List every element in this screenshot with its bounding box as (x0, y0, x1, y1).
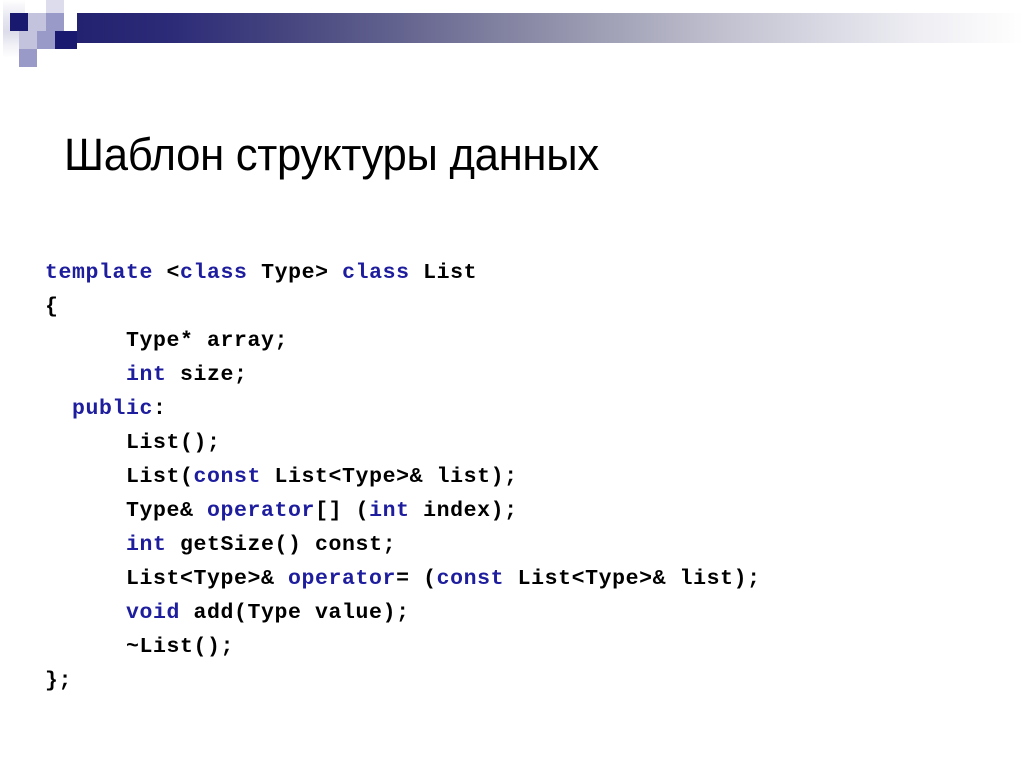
code-keyword: operator (288, 566, 397, 591)
page-title: Шаблон структуры данных (64, 129, 599, 181)
code-line: }; (45, 664, 1005, 698)
code-text: List<Type>& list); (261, 464, 518, 489)
code-text: }; (45, 668, 73, 693)
square-mid-upper (46, 13, 64, 31)
code-listing: template <class Type> class List{ Type* … (45, 256, 1005, 698)
code-line: int size; (45, 358, 1005, 392)
code-keyword: void (126, 600, 181, 625)
code-text: < (153, 260, 181, 285)
square-mid-lower (37, 31, 55, 49)
code-line: public: (45, 392, 1005, 426)
code-line: { (45, 290, 1005, 324)
code-keyword: template (45, 260, 154, 285)
code-text: Type* array; (45, 328, 289, 353)
code-text: ~List(); (45, 634, 235, 659)
code-text: = ( (396, 566, 437, 591)
code-text: [] ( (315, 498, 370, 523)
code-keyword: int (126, 532, 167, 557)
code-keyword: operator (207, 498, 316, 523)
square-dark-primary (10, 13, 28, 31)
square-light-lower (19, 31, 37, 49)
code-text: List<Type>& (45, 566, 289, 591)
code-line: template <class Type> class List (45, 256, 1005, 290)
code-text: add(Type value); (180, 600, 410, 625)
code-line: int getSize() const; (45, 528, 1005, 562)
code-keyword: class (342, 260, 410, 285)
code-text: Type& (45, 498, 208, 523)
code-text: List<Type>& list); (504, 566, 761, 591)
code-keyword: const (193, 464, 262, 489)
square-mid-bottom (19, 49, 37, 67)
code-text: size; (166, 362, 248, 387)
code-text: index); (409, 498, 518, 523)
code-keyword: int (126, 362, 167, 387)
square-light-upper (28, 13, 46, 31)
square-dark-lower (55, 31, 77, 49)
code-text: : (153, 396, 167, 421)
code-text: Type> (247, 260, 343, 285)
code-text: getSize() const; (166, 532, 397, 557)
code-text: List( (45, 464, 194, 489)
code-keyword: const (436, 566, 505, 591)
header-gradient-bar (77, 13, 1024, 43)
code-line: Type& operator[] (int index); (45, 494, 1005, 528)
code-line: ~List(); (45, 630, 1005, 664)
code-keyword: class (180, 260, 248, 285)
code-line: void add(Type value); (45, 596, 1005, 630)
code-keyword: int (369, 498, 410, 523)
code-keyword: public (72, 396, 154, 421)
code-line: List(); (45, 426, 1005, 460)
code-line: List<Type>& operator= (const List<Type>&… (45, 562, 1005, 596)
header-decoration (0, 0, 1024, 80)
code-text: List(); (45, 430, 221, 455)
code-text: List (409, 260, 478, 285)
code-text: { (45, 294, 59, 319)
code-line: List(const List<Type>& list); (45, 460, 1005, 494)
code-line: Type* array; (45, 324, 1005, 358)
square-pale-top (46, 0, 64, 14)
